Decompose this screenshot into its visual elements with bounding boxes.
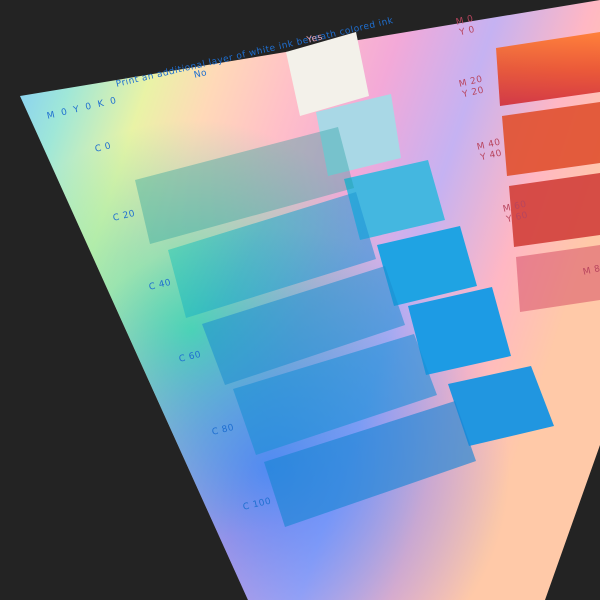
- holographic-sheet-photo: [20, 0, 600, 600]
- sheet: [20, 0, 600, 600]
